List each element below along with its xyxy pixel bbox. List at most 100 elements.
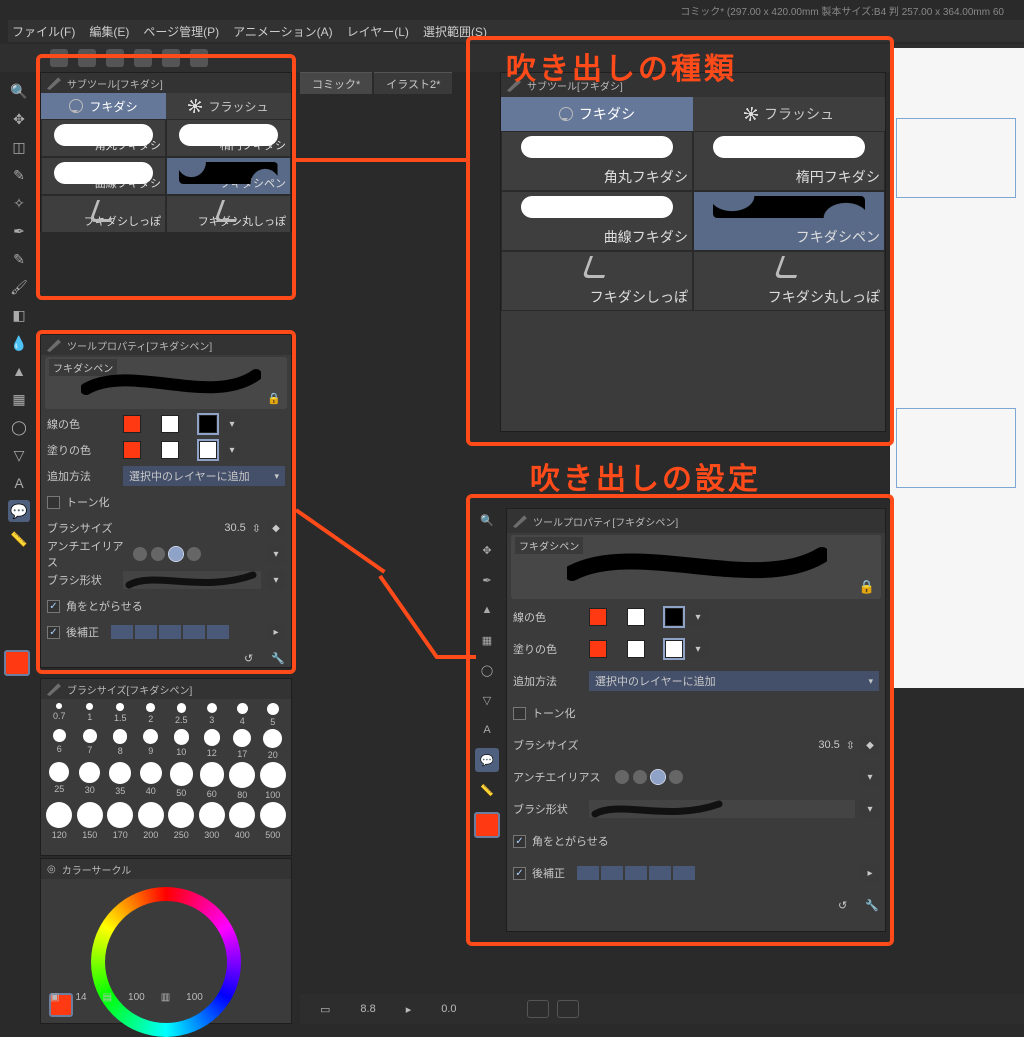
brushsize-label: 100 [265, 790, 280, 800]
panel-frame [896, 118, 1016, 198]
target-icon: ◎ [47, 864, 56, 875]
brushsize-cell[interactable]: 1 [76, 703, 105, 727]
brushsize-label: 0.7 [53, 711, 66, 721]
menu-edit[interactable]: 編集(E) [89, 23, 129, 40]
zoom-value: 8.8 [360, 1003, 375, 1015]
brushsize-cell[interactable]: 2 [137, 703, 166, 727]
brushsize-label: 8 [118, 746, 123, 756]
brushsize-cell[interactable]: 200 [137, 802, 166, 840]
brushsize-cell[interactable]: 170 [106, 802, 135, 840]
brushsize-label: 25 [54, 784, 64, 794]
brushsize-label: 40 [146, 786, 156, 796]
brushsize-label: 170 [113, 830, 128, 840]
brushsize-label: 1.5 [114, 713, 127, 723]
brushsize-label: 2.5 [175, 715, 188, 725]
brushsize-cell[interactable]: 2.5 [167, 703, 196, 727]
callout-box-settings-large [466, 494, 894, 946]
transform-icon[interactable]: ◫ [8, 136, 30, 158]
brushsize-cell[interactable]: 10 [167, 729, 196, 760]
brushsize-label: 80 [237, 790, 247, 800]
brushsize-label: 200 [143, 830, 158, 840]
statusbar-button[interactable] [557, 1000, 579, 1018]
panel-frame [896, 408, 1016, 488]
canvas-area[interactable] [890, 48, 1024, 688]
brushsize-label: 12 [207, 748, 217, 758]
status-bar: ▭8.8 ▸0.0 [300, 994, 1024, 1024]
brushsize-label: 35 [115, 786, 125, 796]
fill-icon[interactable]: ▲ [8, 360, 30, 382]
blend-icon[interactable]: 💧 [8, 332, 30, 354]
gradient-icon[interactable]: ▦ [8, 388, 30, 410]
titlebar-info: コミック* (297.00 x 420.00mm 製本サイズ:B4 判 257.… [680, 3, 1004, 18]
brushsize-label: 4 [240, 716, 245, 726]
menu-anim[interactable]: アニメーション(A) [233, 23, 333, 40]
panel-title: ブラシサイズ[フキダシペン] [67, 682, 192, 697]
statusbar-button[interactable] [527, 1000, 549, 1018]
brushsize-cell[interactable]: 25 [45, 762, 74, 800]
ruler-icon[interactable]: 📏 [8, 528, 30, 550]
doc-tab-2[interactable]: イラスト2* [374, 72, 452, 94]
brushsize-cell[interactable]: 400 [228, 802, 257, 840]
foreground-color-swatch[interactable] [4, 650, 30, 676]
brushsize-cell[interactable]: 150 [76, 802, 105, 840]
wand-icon[interactable]: ✧ [8, 192, 30, 214]
brushsize-cell[interactable]: 3 [198, 703, 227, 727]
mini-val: 100 [186, 992, 203, 1003]
brushsize-label: 150 [82, 830, 97, 840]
figure-icon[interactable]: ◯ [8, 416, 30, 438]
brushsize-panel: ブラシサイズ[フキダシペン] 0.711.522.534567891012172… [40, 678, 292, 856]
sv-box[interactable] [125, 921, 207, 1003]
panel-title: カラーサークル [62, 862, 132, 877]
magnifier-icon[interactable]: 🔍 [8, 80, 30, 102]
brushsize-cell[interactable]: 12 [198, 729, 227, 760]
document-tabs: コミック* イラスト2* [300, 72, 452, 94]
shape-icon[interactable]: ▽ [8, 444, 30, 466]
hue-ring[interactable] [91, 887, 241, 1037]
rotation-value: 0.0 [441, 1003, 456, 1015]
brushsize-cell[interactable]: 6 [45, 729, 74, 760]
brushsize-cell[interactable]: 17 [228, 729, 257, 760]
brushsize-cell[interactable]: 8 [106, 729, 135, 760]
brush-icon[interactable]: 🖌 [8, 276, 30, 298]
brushsize-cell[interactable]: 50 [167, 762, 196, 800]
menu-layer[interactable]: レイヤー(L) [347, 23, 409, 40]
brushsize-label: 300 [204, 830, 219, 840]
brushsize-cell[interactable]: 35 [106, 762, 135, 800]
pencil-icon[interactable]: ✎ [8, 248, 30, 270]
brushsize-cell[interactable]: 30 [76, 762, 105, 800]
brushsize-cell[interactable]: 9 [137, 729, 166, 760]
brushsize-cell[interactable]: 60 [198, 762, 227, 800]
brushsize-label: 2 [148, 714, 153, 724]
menu-page[interactable]: ページ管理(P) [143, 23, 219, 40]
brushsize-label: 10 [176, 747, 186, 757]
brushsize-cell[interactable]: 120 [45, 802, 74, 840]
mini-val: 100 [128, 992, 145, 1003]
text-icon[interactable]: A [8, 472, 30, 494]
menu-file[interactable]: ファイル(F) [12, 23, 75, 40]
callout-label-types: 吹き出しの種類 [506, 44, 737, 88]
brushsize-cell[interactable]: 5 [259, 703, 288, 727]
brushsize-label: 30 [85, 785, 95, 795]
callout-box-settings-small [36, 330, 296, 674]
doc-tab-1[interactable]: コミック* [300, 72, 372, 94]
brushsize-cell[interactable]: 100 [259, 762, 288, 800]
brushsize-cell[interactable]: 40 [137, 762, 166, 800]
brushsize-cell[interactable]: 0.7 [45, 703, 74, 727]
brushsize-cell[interactable]: 1.5 [106, 703, 135, 727]
pen-icon[interactable]: ✒ [8, 220, 30, 242]
brushsize-label: 120 [52, 830, 67, 840]
brushsize-cell[interactable]: 20 [259, 729, 288, 760]
brushsize-cell[interactable]: 7 [76, 729, 105, 760]
connector-line [436, 655, 476, 659]
callout-box-types-large [466, 36, 894, 446]
move-icon[interactable]: ✥ [8, 108, 30, 130]
balloon-icon[interactable]: 💬 [8, 500, 30, 522]
lasso-icon[interactable]: ✎ [8, 164, 30, 186]
brushsize-cell[interactable]: 4 [228, 703, 257, 727]
brushsize-cell[interactable]: 300 [198, 802, 227, 840]
connector-line [378, 575, 439, 659]
brushsize-cell[interactable]: 500 [259, 802, 288, 840]
eraser-icon[interactable]: ◧ [8, 304, 30, 326]
brushsize-cell[interactable]: 250 [167, 802, 196, 840]
brushsize-cell[interactable]: 80 [228, 762, 257, 800]
